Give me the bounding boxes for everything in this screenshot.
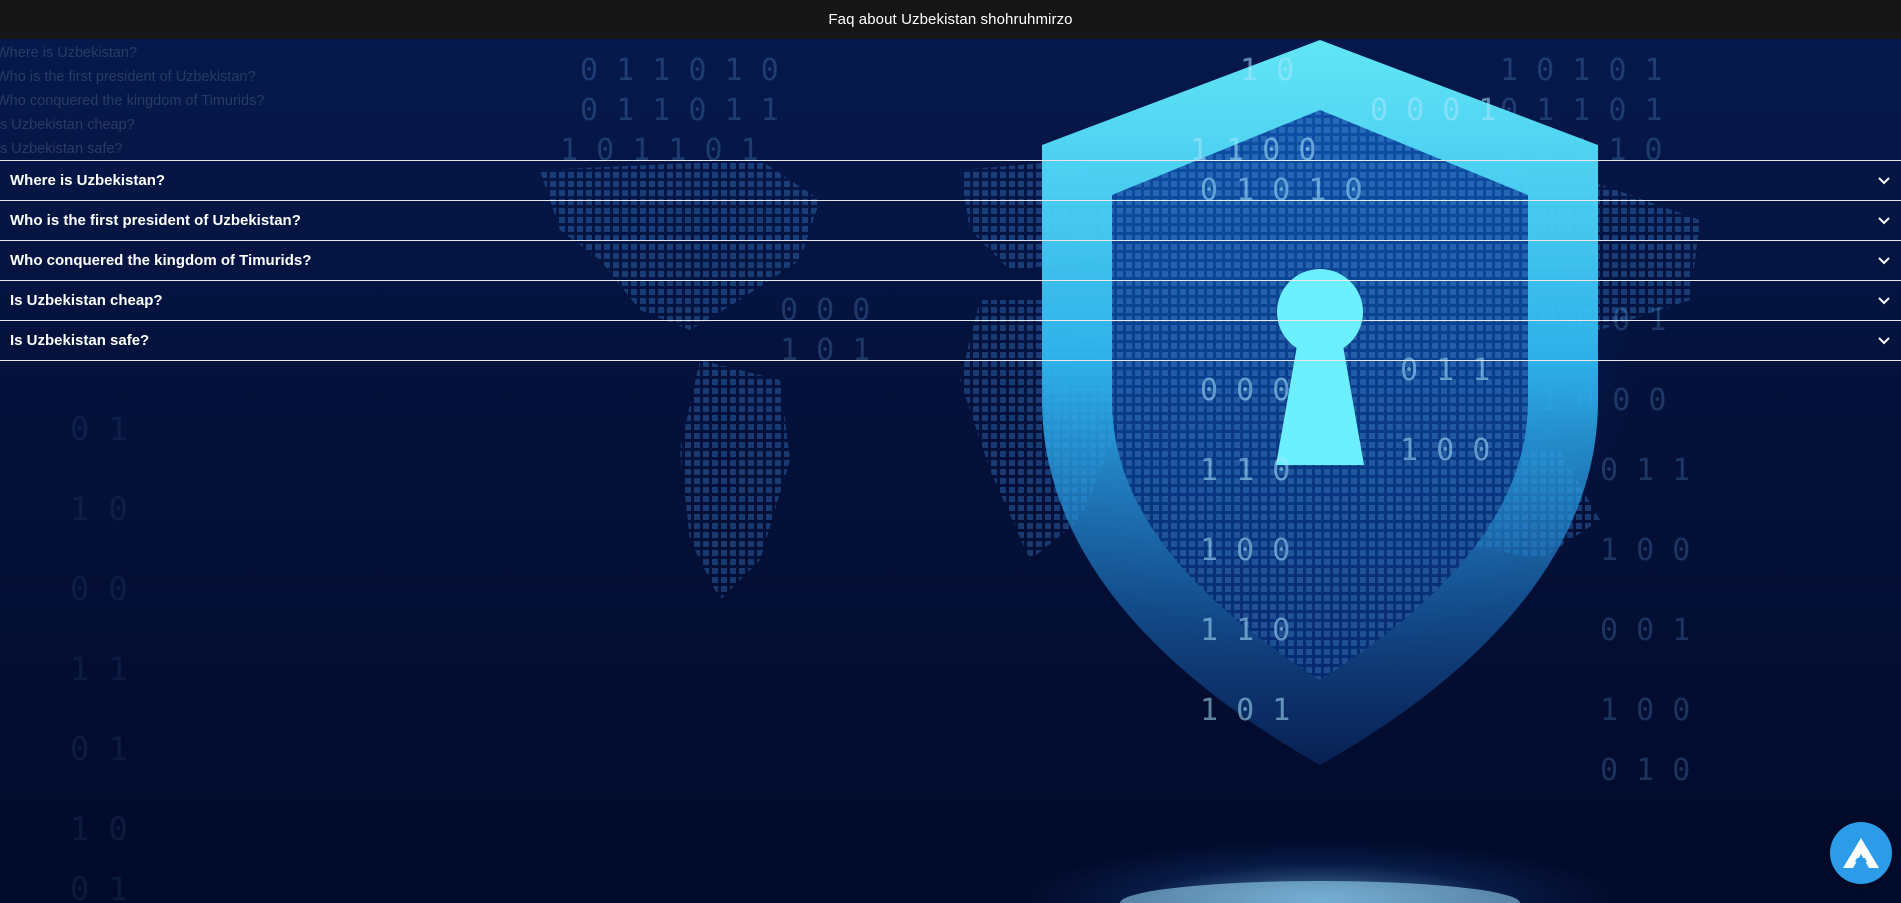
faq-item-timurids[interactable]: Who conquered the kingdom of Timurids? (0, 241, 1901, 281)
svg-text:1 1: 1 1 (70, 650, 128, 688)
svg-text:1 0: 1 0 (70, 810, 128, 848)
faq-item-safe[interactable]: Is Uzbekistan safe? (0, 321, 1901, 361)
faq-question: Where is Uzbekistan? (10, 172, 166, 189)
chevron-down-icon[interactable] (1877, 334, 1891, 348)
chevron-down-icon[interactable] (1877, 214, 1891, 228)
svg-text:1 0 1 0 1: 1 0 1 0 1 (1500, 53, 1663, 88)
faq-item-cheap[interactable]: Is Uzbekistan cheap? (0, 281, 1901, 321)
top-header-bar: Faq about Uzbekistan shohruhmirzo (0, 0, 1901, 39)
svg-text:0 0 1: 0 0 1 (1600, 613, 1690, 648)
floor-glow (1120, 881, 1520, 903)
chevron-down-icon[interactable] (1877, 254, 1891, 268)
svg-text:0 1 0: 0 1 0 (1600, 753, 1690, 788)
faq-accordion: Where is Uzbekistan? Who is the first pr… (0, 160, 1901, 361)
faq-item-first-president[interactable]: Who is the first president of Uzbekistan… (0, 201, 1901, 241)
faq-question: Is Uzbekistan safe? (10, 332, 150, 349)
svg-text:1 1 0: 1 1 0 (1200, 453, 1290, 488)
chevron-down-icon[interactable] (1877, 174, 1891, 188)
svg-text:0 1: 0 1 (70, 410, 128, 448)
quick-link-item[interactable]: Who is the first president of Uzbekistan… (0, 67, 264, 91)
faq-item-where[interactable]: Where is Uzbekistan? (0, 161, 1901, 201)
svg-text:1 0 0: 1 0 0 (1600, 533, 1690, 568)
floating-action-button[interactable] (1830, 822, 1892, 884)
svg-text:1 0: 1 0 (1240, 53, 1294, 88)
svg-text:0 0: 0 0 (70, 570, 128, 608)
svg-text:0 1: 0 1 (70, 730, 128, 768)
svg-text:1 0: 1 0 (70, 490, 128, 528)
page-title: Faq about Uzbekistan shohruhmirzo (828, 11, 1073, 28)
svg-text:1 0 1: 1 0 1 (1200, 693, 1290, 728)
svg-text:0 1 1 0 1 1: 0 1 1 0 1 1 (580, 93, 779, 128)
quick-links-list: Where is Uzbekistan? Who is the first pr… (0, 43, 264, 163)
svg-text:0 1 1 0 1 0: 0 1 1 0 1 0 (580, 53, 779, 88)
svg-text:0 0 0: 0 0 0 (1200, 373, 1290, 408)
cybersecurity-background-image: 0 1 1 0 1 0 0 1 1 0 1 1 1 0 1 1 0 1 0 0 … (70, 40, 1700, 903)
faq-question: Who is the first president of Uzbekistan… (10, 212, 301, 229)
svg-text:0 1: 0 1 (70, 870, 128, 903)
svg-text:0 0 0 1: 0 0 0 1 (1370, 93, 1496, 128)
faq-question: Is Uzbekistan cheap? (10, 292, 163, 309)
svg-text:1 0 0: 1 0 0 (1600, 693, 1690, 728)
page-background: 0 1 1 0 1 0 0 1 1 0 1 1 1 0 1 1 0 1 0 0 … (0, 0, 1901, 903)
svg-text:0 1 1: 0 1 1 (1600, 453, 1690, 488)
shield-graphic (1042, 40, 1598, 765)
svg-text:1 0 0: 1 0 0 (1400, 433, 1490, 468)
chevron-down-icon[interactable] (1877, 294, 1891, 308)
quick-link-item[interactable]: Who conquered the kingdom of Timurids? (0, 91, 264, 115)
svg-text:1 0 0: 1 0 0 (1200, 533, 1290, 568)
faq-question: Who conquered the kingdom of Timurids? (10, 252, 312, 269)
svg-text:1 1 0: 1 1 0 (1200, 613, 1290, 648)
quick-link-item[interactable]: Where is Uzbekistan? (0, 43, 264, 67)
app-logo-icon (1843, 838, 1879, 868)
quick-link-item[interactable]: Is Uzbekistan cheap? (0, 115, 264, 139)
